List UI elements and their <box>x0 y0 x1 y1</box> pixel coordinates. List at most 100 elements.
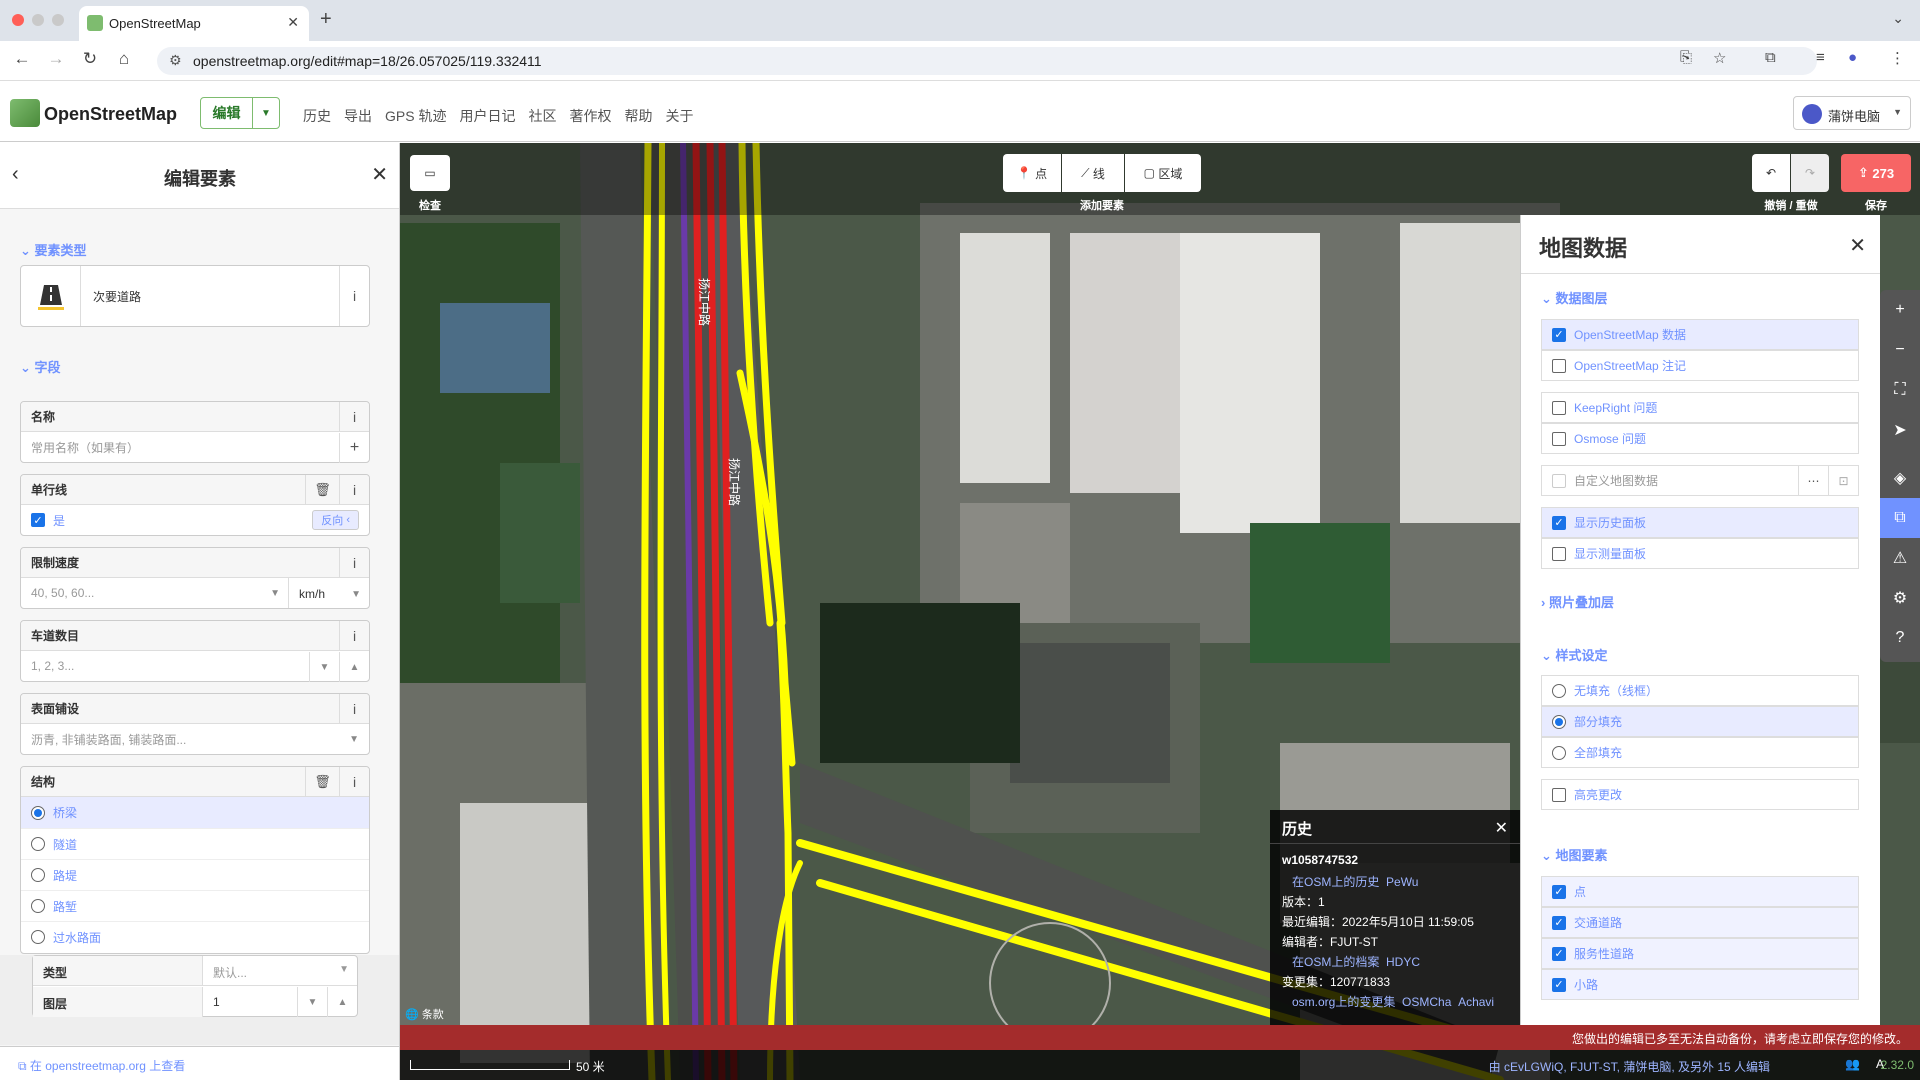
radio-icon[interactable] <box>1552 683 1566 698</box>
reload-icon[interactable]: ↻ <box>78 49 102 69</box>
preset-section-toggle[interactable]: ⌄ 要素类型 <box>20 240 87 259</box>
osm-profile-link[interactable]: 在OSM上的档案 <box>1292 955 1379 969</box>
trash-icon[interactable]: 🗑 <box>305 475 339 505</box>
fill-option-wireframe[interactable]: 无填充（线框） <box>1541 675 1859 706</box>
nav-help[interactable]: 帮助 <box>624 106 652 126</box>
structure-option-embankment[interactable]: 路堤 <box>21 859 369 890</box>
checkbox[interactable] <box>1552 473 1566 488</box>
layer-input[interactable]: 1 <box>203 987 297 1017</box>
data-layers-toggle[interactable]: ⌄ 数据图层 <box>1541 288 1608 307</box>
fill-option-full[interactable]: 全部填充 <box>1541 737 1859 768</box>
install-icon[interactable]: ⎘ <box>1680 49 1692 66</box>
zoom-in-icon[interactable]: + <box>1880 290 1920 330</box>
maximize-window-button[interactable] <box>52 14 64 26</box>
forward-icon[interactable]: → <box>44 49 68 69</box>
add-area-button[interactable]: ▢ 区域 <box>1125 154 1201 192</box>
layer-osmose[interactable]: Osmose 问题 <box>1541 423 1859 454</box>
radio-icon[interactable] <box>1552 714 1566 729</box>
checkbox[interactable]: ✓ <box>1552 915 1566 930</box>
feature-traffic-roads[interactable]: ✓ 交通道路 <box>1541 907 1859 938</box>
home-icon[interactable]: ⌂ <box>112 49 136 69</box>
checkbox[interactable]: ✓ <box>1552 977 1566 992</box>
add-point-button[interactable]: 📍 点 <box>1003 154 1061 192</box>
save-button[interactable]: ⇪ 273 <box>1841 154 1911 192</box>
scale-bar[interactable] <box>410 1060 570 1070</box>
nav-user-diaries[interactable]: 用户日记 <box>459 106 515 126</box>
new-tab-icon[interactable]: + <box>320 8 332 31</box>
browser-tab[interactable]: OpenStreetMap ✕ <box>79 6 309 41</box>
checkbox[interactable] <box>1552 431 1566 446</box>
profile-avatar-icon[interactable]: ● <box>1848 49 1857 66</box>
layer-osm-notes[interactable]: OpenStreetMap 注记 <box>1541 350 1859 381</box>
edit-dropdown-chevron-icon[interactable]: ▼ <box>253 98 279 128</box>
help-icon[interactable]: ? <box>1880 618 1920 658</box>
checkbox[interactable] <box>1552 400 1566 415</box>
issues-icon[interactable]: ⚠ <box>1880 538 1920 578</box>
info-icon[interactable]: i <box>339 694 369 724</box>
panel-measurement-toggle[interactable]: 显示测量面板 <box>1541 538 1859 569</box>
info-icon[interactable]: i <box>339 402 369 432</box>
osm-history-link[interactable]: 在OSM上的历史 <box>1292 875 1379 889</box>
checkbox[interactable]: ✓ <box>1552 946 1566 961</box>
preferences-icon[interactable]: ⚙ <box>1880 578 1920 618</box>
minimize-window-button[interactable] <box>32 14 44 26</box>
browser-menu-icon[interactable]: ⋮ <box>1890 49 1905 67</box>
nav-history[interactable]: 历史 <box>303 106 331 126</box>
url-input[interactable]: ⚙ openstreetmap.org/edit#map=18/26.05702… <box>157 47 1817 75</box>
oneway-checkbox[interactable]: ✓ <box>31 513 45 527</box>
zoom-out-icon[interactable]: − <box>1880 330 1920 370</box>
background-layers-icon[interactable]: ◈ <box>1880 458 1920 498</box>
feature-paths[interactable]: ✓ 小路 <box>1541 969 1859 1000</box>
preset-info-icon[interactable]: i <box>339 266 369 326</box>
checkbox[interactable] <box>1552 787 1566 802</box>
oneway-checkbox-row[interactable]: ✓ 是 反向 ‹ <box>21 505 369 535</box>
checkbox[interactable] <box>1552 546 1566 561</box>
structure-option-ford[interactable]: 过水路面 <box>21 921 369 952</box>
version-link[interactable]: 2.32.0 <box>1881 1058 1914 1072</box>
close-window-button[interactable] <box>12 14 24 26</box>
structure-option-tunnel[interactable]: 隧道 <box>21 828 369 859</box>
fill-option-partial[interactable]: 部分填充 <box>1541 706 1859 737</box>
undo-button[interactable]: ↶ <box>1752 154 1790 192</box>
add-localized-name-icon[interactable]: + <box>339 433 369 463</box>
checkbox[interactable]: ✓ <box>1552 515 1566 530</box>
radio-icon[interactable] <box>1552 745 1566 760</box>
extensions-icon[interactable]: ⧉ <box>1765 49 1776 66</box>
checkbox[interactable] <box>1552 358 1566 373</box>
close-icon[interactable]: ✕ <box>1849 233 1866 258</box>
reverse-direction-button[interactable]: 反向 ‹ <box>312 510 359 530</box>
contributors-icon[interactable]: 👥 <box>1845 1057 1860 1071</box>
feature-points[interactable]: ✓ 点 <box>1541 876 1859 907</box>
geolocate-icon[interactable]: ➤ <box>1880 410 1920 450</box>
hdyc-link[interactable]: HDYC <box>1386 955 1420 969</box>
maxspeed-unit-select[interactable]: km/h ▼ <box>289 579 369 609</box>
inspect-panel-button[interactable]: ▭ <box>410 155 450 191</box>
highlight-changes-toggle[interactable]: 高亮更改 <box>1541 779 1859 810</box>
brand-title[interactable]: OpenStreetMap <box>44 104 177 125</box>
tab-search-icon[interactable]: ⌄ <box>1892 10 1904 27</box>
photo-overlays-toggle[interactable]: › 照片叠加层 <box>1541 592 1614 611</box>
checkbox[interactable]: ✓ <box>1552 327 1566 342</box>
style-settings-toggle[interactable]: ⌄ 样式设定 <box>1541 645 1608 664</box>
zoom-to-data-icon[interactable]: ⊡ <box>1828 466 1858 495</box>
achavi-link[interactable]: Achavi <box>1458 995 1494 1009</box>
close-icon[interactable]: ✕ <box>371 162 388 187</box>
info-icon[interactable]: i <box>339 767 369 797</box>
bridge-type-input[interactable]: 默认... ▼ <box>203 956 357 986</box>
preset-card[interactable]: 次要道路 i <box>20 265 370 327</box>
zoom-to-selection-icon[interactable]: ⛶ <box>1880 370 1920 410</box>
checkbox[interactable]: ✓ <box>1552 884 1566 899</box>
osm-logo-icon[interactable] <box>10 99 40 127</box>
osmcha-link[interactable]: OSMCha <box>1402 995 1451 1009</box>
nav-community[interactable]: 社区 <box>528 106 556 126</box>
map-attribution[interactable]: 🌐 条款 <box>405 1006 444 1022</box>
nav-about[interactable]: 关于 <box>665 106 693 126</box>
maxspeed-input[interactable]: 40, 50, 60... ▼ <box>21 578 289 608</box>
nav-export[interactable]: 导出 <box>344 106 372 126</box>
edit-button[interactable]: 编辑 <box>201 98 253 128</box>
more-options-icon[interactable]: ⋯ <box>1798 466 1828 495</box>
increment-icon[interactable]: ▲ <box>327 987 357 1017</box>
site-info-icon[interactable]: ⚙ <box>169 52 182 69</box>
map-data-icon[interactable]: ⧉ <box>1880 498 1920 538</box>
osm-changeset-link[interactable]: osm.org上的变更集 <box>1292 995 1395 1009</box>
